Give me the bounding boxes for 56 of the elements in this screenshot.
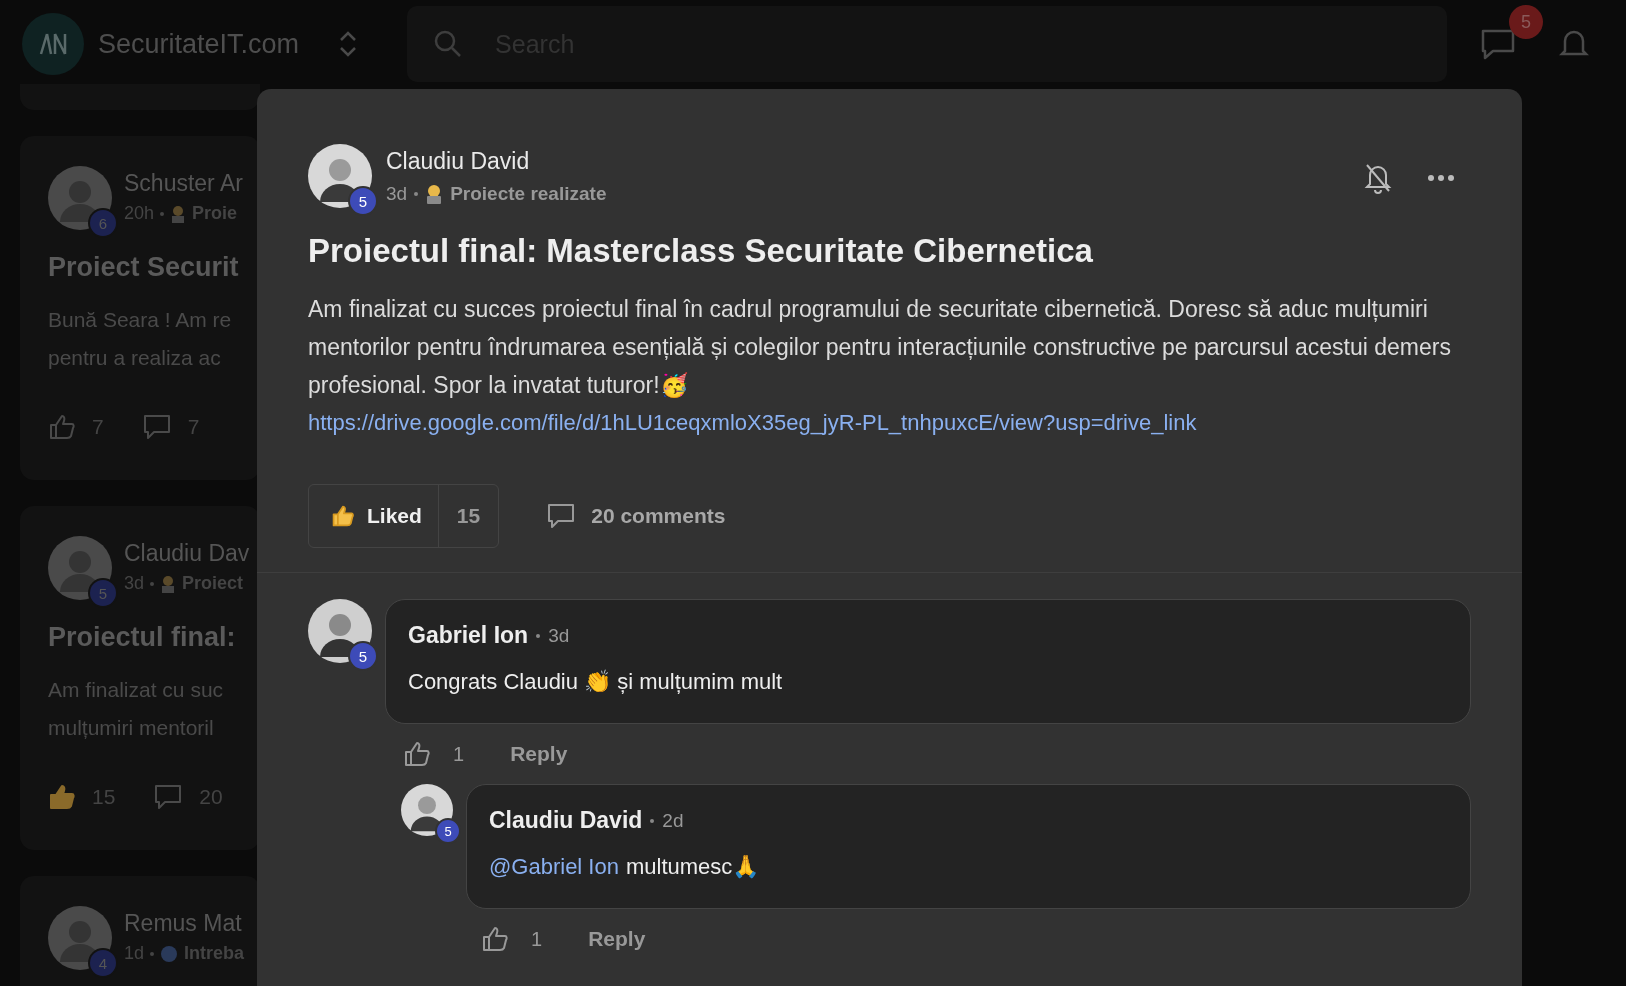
author-name[interactable]: Claudiu David <box>489 807 643 834</box>
level-badge: 6 <box>88 208 118 238</box>
avatar-icon <box>401 784 453 836</box>
author-name[interactable]: Schuster Ar <box>124 170 243 197</box>
reply-button[interactable]: Reply <box>588 927 646 951</box>
like-count[interactable]: 15 <box>438 485 499 547</box>
thumbs-up-icon <box>331 504 355 528</box>
thumbs-up-icon[interactable] <box>481 925 509 953</box>
comment-icon[interactable] <box>153 783 184 811</box>
post-time: 3d <box>386 183 408 205</box>
drive-link[interactable]: https://drive.google.com/file/d/1hLU1ceqxmloX35eg_jyR-PL_tnhpuxcE/view?usp=drive_link <box>308 404 1471 442</box>
post-title[interactable]: Proiectul final: <box>48 622 260 653</box>
comment-text: Congrats Claudiu 👏 și mulțumim mult <box>408 669 784 695</box>
more-icon[interactable] <box>1427 174 1455 182</box>
author-name[interactable]: Gabriel Ion <box>408 622 529 649</box>
level-badge: 5 <box>348 641 378 671</box>
thumbs-up-icon[interactable] <box>48 413 76 441</box>
comments-button[interactable]: 20 comments <box>539 501 732 531</box>
author-name[interactable]: Claudiu Dav <box>124 540 250 567</box>
level-badge: 5 <box>348 186 378 216</box>
comment-text: @Gabriel Ion multumesc🙏 <box>489 854 761 880</box>
separator-dot <box>650 818 655 823</box>
author-name[interactable]: Remus Mat <box>124 910 245 937</box>
comment-icon[interactable] <box>141 413 172 441</box>
category-label[interactable]: Proiecte realizate <box>450 183 607 205</box>
separator-dot <box>150 581 155 586</box>
level-badge: 5 <box>88 578 118 608</box>
thumbs-up-icon[interactable] <box>48 783 76 811</box>
person-laptop-icon <box>170 204 187 223</box>
post-excerpt: Am finalizat cu suc <box>48 677 225 703</box>
like-count: 1 <box>531 927 543 951</box>
separator-dot <box>414 192 419 196</box>
level-badge: 5 <box>435 818 461 844</box>
person-laptop-icon <box>160 574 177 593</box>
site-name[interactable]: SecuritateIT.com <box>98 28 300 60</box>
post-title: Proiectul final: Masterclass Securitate Cibernetica <box>308 232 1094 270</box>
mention-link[interactable]: @Gabriel Ion <box>489 854 619 879</box>
post-excerpt: pentru a realiza ac <box>48 345 222 371</box>
post-body: Am finalizat cu succes proiectul final în cadrul programului de securitate cibernetică. Doresc să aduc mulțumiri mentorilor pentru îndrumarea esențială și colegilor pentru interacțiunile constructive pe parcursul acestui demers profesional. Spor la invatat tuturor!🥳 <box>308 295 1452 400</box>
post-excerpt: Bună Seara ! Am re <box>48 307 233 333</box>
separator-dot <box>160 211 165 216</box>
thumbs-up-icon[interactable] <box>403 740 431 768</box>
comment-time: 3d <box>548 624 570 647</box>
level-badge: 4 <box>88 948 118 978</box>
like-button[interactable]: Liked <box>309 485 439 547</box>
separator-dot <box>150 951 155 956</box>
author-name[interactable]: Claudiu David <box>386 148 1349 175</box>
like-count: 1 <box>453 742 465 766</box>
comment-time: 2d <box>662 809 684 832</box>
bell-muted-icon[interactable] <box>1363 162 1393 194</box>
notification-badge: 5 <box>1509 5 1544 39</box>
reply-button[interactable]: Reply <box>510 742 568 766</box>
person-laptop-icon <box>425 184 444 204</box>
post-title[interactable]: Proiect Securit <box>48 252 260 283</box>
separator-dot <box>536 633 541 638</box>
post-excerpt: mulțumiri mentoril <box>48 715 215 741</box>
